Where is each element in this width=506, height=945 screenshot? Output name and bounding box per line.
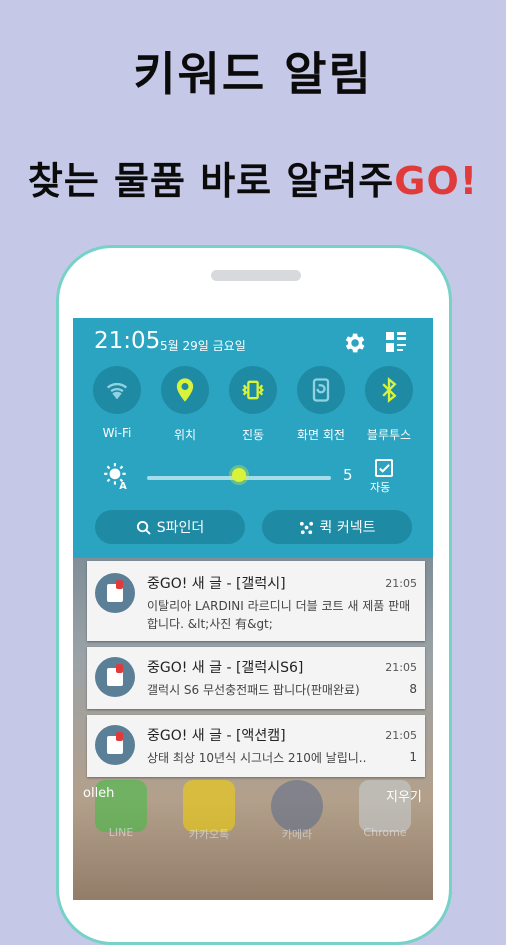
notification-count: 1 xyxy=(409,750,417,764)
clock-date: 5월 29일 금요일 xyxy=(160,339,246,353)
notification-body: 이탈리아 LARDINI 라르디니 더블 코트 새 제품 판매합니다. &lt;… xyxy=(147,599,411,631)
notification-title: 중GO! 새 글 - [액션캠] xyxy=(147,728,286,744)
quick-connect-icon xyxy=(299,521,313,534)
clock-time: 21:05 xyxy=(94,328,161,354)
notification-title: 중GO! 새 글 - [갤럭시] xyxy=(147,576,286,592)
bluetooth-toggle[interactable] xyxy=(365,366,413,414)
location-toggle[interactable] xyxy=(161,366,209,414)
app-label-camera: 카메라 xyxy=(281,828,313,841)
promo-subtitle-accent: GO! xyxy=(394,159,479,203)
app-label-chrome: Chrome xyxy=(363,826,407,839)
phone-speaker xyxy=(211,270,301,281)
toggle-label-rotate: 화면 회전 xyxy=(297,428,345,442)
vibrate-icon xyxy=(242,380,264,400)
rotate-icon xyxy=(312,378,330,402)
carrier-label: olleh xyxy=(83,786,115,801)
clear-notifications-button[interactable]: 지우기 xyxy=(386,786,422,805)
wifi-icon xyxy=(106,383,128,400)
s-finder-label: S파인더 xyxy=(156,520,205,536)
notification-body: 갤럭시 S6 무선충전패드 팝니다(판매완료) xyxy=(147,683,360,697)
notification-title: 중GO! 새 글 - [갤럭시S6] xyxy=(147,660,304,676)
gear-icon[interactable] xyxy=(341,330,367,356)
kakaotalk-app-icon[interactable] xyxy=(183,780,235,832)
notification-count: 8 xyxy=(409,682,417,696)
toggle-label-vibrate: 진동 xyxy=(241,428,265,442)
auto-brightness-checkbox[interactable] xyxy=(375,459,393,477)
auto-brightness-label: 자동 xyxy=(370,481,391,494)
app-label-line: LINE xyxy=(108,826,134,839)
vibrate-toggle[interactable] xyxy=(229,366,277,414)
quick-settings-panel: 21:05 5월 29일 금요일 Wi-Fi 위치 진동 화면 회전 블루투스 … xyxy=(73,318,433,558)
edit-tiles-icon[interactable] xyxy=(384,330,408,354)
quick-connect-button[interactable]: 퀵 커넥트 xyxy=(262,510,412,544)
junggo-app-icon xyxy=(95,573,135,613)
notification-item[interactable]: 중GO! 새 글 - [액션캠] 21:05 상태 최상 10년식 시그너스 2… xyxy=(87,715,425,777)
location-icon xyxy=(176,378,194,402)
promo-subtitle-main: 찾는 물품 바로 알려주 xyxy=(27,159,395,203)
svg-text:A: A xyxy=(119,481,127,490)
notification-time: 21:05 xyxy=(385,729,417,742)
bluetooth-icon xyxy=(382,377,397,403)
promo-title: 키워드 알림 xyxy=(133,47,373,101)
promo-subtitle: 찾는 물품 바로 알려주GO! xyxy=(0,150,506,205)
notification-item[interactable]: 중GO! 새 글 - [갤럭시] 21:05 이탈리아 LARDINI 라르디니… xyxy=(87,561,425,641)
quick-connect-label: 퀵 커넥트 xyxy=(319,520,376,536)
notification-time: 21:05 xyxy=(385,661,417,674)
toggle-label-bluetooth: 블루투스 xyxy=(366,428,412,442)
brightness-value: 5 xyxy=(343,466,353,484)
toggle-label-wifi: Wi-Fi xyxy=(102,426,132,440)
rotate-toggle[interactable] xyxy=(297,366,345,414)
junggo-app-icon xyxy=(95,725,135,765)
app-label-kakaotalk: 카카오톡 xyxy=(188,828,230,841)
notification-time: 21:05 xyxy=(385,577,417,590)
camera-app-icon[interactable] xyxy=(271,780,323,832)
notification-body: 상태 최상 10년식 시그너스 210에 날립니.. xyxy=(147,751,367,765)
s-finder-button[interactable]: S파인더 xyxy=(95,510,245,544)
notification-item[interactable]: 중GO! 새 글 - [갤럭시S6] 21:05 갤럭시 S6 무선충전패드 팝… xyxy=(87,647,425,709)
check-icon xyxy=(379,464,390,473)
wifi-toggle[interactable] xyxy=(93,366,141,414)
brightness-slider-handle[interactable] xyxy=(232,468,246,482)
toggle-label-location: 위치 xyxy=(173,428,197,442)
search-icon xyxy=(136,520,151,535)
brightness-auto-icon: A xyxy=(104,463,127,490)
phone-screen: LINE 카카오톡 카메라 Chrome 21:05 5월 29일 금요일 Wi… xyxy=(73,318,433,900)
junggo-app-icon xyxy=(95,657,135,697)
